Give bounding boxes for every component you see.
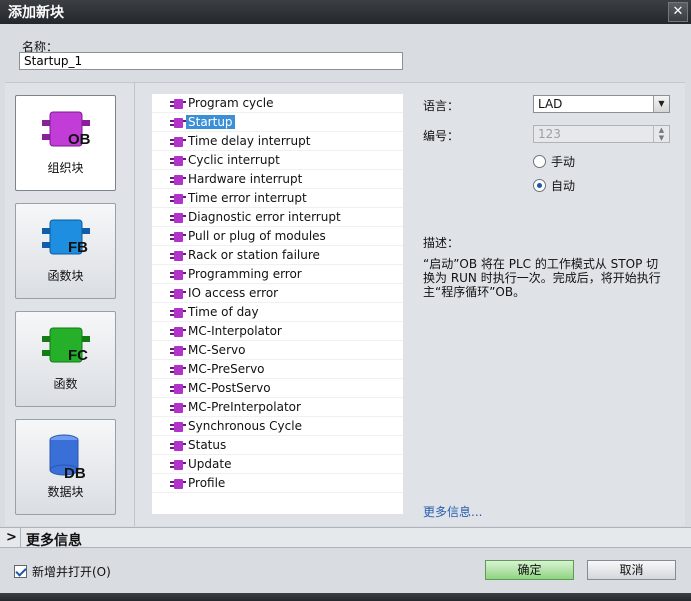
ob-event-icon [170,270,186,280]
ob-event-icon [170,441,186,451]
fc-block-icon: FC [42,327,90,364]
dialog-title: 添加新块 [8,5,64,21]
ob-event-icon [170,175,186,185]
svg-text:FB: FB [68,239,88,256]
ob-event-icon [170,118,186,128]
block-type-fc-button[interactable]: FC 函数 [15,311,116,407]
event-item[interactable]: Profile [152,474,403,493]
description-text: “启动”OB 将在 PLC 的工作模式从 STOP 切换为 RUN 时执行一次。… [423,257,661,299]
cancel-button[interactable]: 取消 [587,560,676,580]
dialog-footer: 新增并打开(O) 确定 取消 [0,549,691,593]
fb-block-icon: FB [42,219,90,256]
auto-label: 自动 [551,179,576,193]
ob-event-icon [170,403,186,413]
ob-event-icon [170,479,186,489]
block-type-fc-label: 函数 [53,377,78,391]
event-item-selected[interactable]: Startup [152,113,403,132]
block-type-db-button[interactable]: DB 数据块 [15,419,116,515]
ob-event-icon [170,213,186,223]
event-item[interactable]: Synchronous Cycle [152,417,403,436]
event-item[interactable]: Rack or station failure [152,246,403,265]
ob-event-icon [170,327,186,337]
ob-event-icon [170,308,186,318]
event-item[interactable]: MC-PreInterpolator [152,398,403,417]
svg-text:OB: OB [68,131,91,148]
event-item[interactable]: Programming error [152,265,403,284]
name-input[interactable] [19,52,403,70]
chevron-down-icon[interactable]: ▼ [653,96,669,112]
properties-panel: 语言： LAD ▼ 编号： 123 ▲ ▼ 手动 自动 描述： “启动”OB 将在… [423,94,673,524]
add-and-open-checkbox[interactable] [14,565,27,578]
radio-manual-icon[interactable] [533,155,546,168]
ob-event-icon [170,384,186,394]
ob-event-icon [170,460,186,470]
svg-text:DB: DB [64,465,86,482]
ob-event-list[interactable]: Program cycle Startup Time delay interru… [152,94,403,514]
divider [20,528,21,548]
ob-event-icon [170,156,186,166]
event-item[interactable]: Program cycle [152,94,403,113]
more-info-bar-label: 更多信息 [26,533,82,549]
close-icon[interactable]: ✕ [668,2,688,22]
spinner-arrows-icon: ▲ ▼ [653,126,669,142]
number-spinner: 123 ▲ ▼ [533,125,670,143]
ob-event-icon [170,99,186,109]
ob-event-icon [170,251,186,261]
db-block-icon: DB [49,434,86,482]
ob-event-icon [170,365,186,375]
ob-event-icon [170,137,186,147]
event-item[interactable]: IO access error [152,284,403,303]
language-label: 语言： [423,99,460,113]
event-item[interactable]: Status [152,436,403,455]
window-bottom-edge [0,593,691,601]
event-item[interactable]: Diagnostic error interrupt [152,208,403,227]
event-item[interactable]: Hardware interrupt [152,170,403,189]
manual-label: 手动 [551,155,576,169]
manual-radio[interactable]: 手动 [533,153,575,170]
ob-event-icon [170,289,186,299]
event-item[interactable]: MC-PreServo [152,360,403,379]
chevron-right-icon[interactable]: > [6,530,17,545]
more-info-bar[interactable]: > 更多信息 [0,527,691,549]
ob-event-icon [170,422,186,432]
ok-button[interactable]: 确定 [485,560,574,580]
number-label: 编号： [423,129,460,143]
number-value: 123 [538,127,561,141]
event-item[interactable]: Time of day [152,303,403,322]
event-item[interactable]: MC-Interpolator [152,322,403,341]
more-info-link[interactable]: 更多信息... [423,503,482,520]
event-item[interactable]: Time error interrupt [152,189,403,208]
block-type-db-label: 数据块 [47,485,84,499]
block-type-ob-label: 组织块 [47,161,84,175]
radio-auto-icon[interactable] [533,179,546,192]
block-type-fb-label: 函数块 [47,269,84,283]
block-type-ob-button[interactable]: OB 组织块 [15,95,116,191]
event-item[interactable]: Pull or plug of modules [152,227,403,246]
auto-radio[interactable]: 自动 [533,177,575,194]
language-value: LAD [538,97,563,111]
event-item[interactable]: Update [152,455,403,474]
block-type-fb-button[interactable]: FB 函数块 [15,203,116,299]
dialog-titlebar: 添加新块 ✕ [0,0,691,24]
add-and-open-label[interactable]: 新增并打开(O) [32,563,111,580]
event-item[interactable]: Time delay interrupt [152,132,403,151]
svg-text:FC: FC [68,347,88,364]
ob-event-icon [170,346,186,356]
event-item[interactable]: MC-Servo [152,341,403,360]
event-item[interactable]: MC-PostServo [152,379,403,398]
ob-block-icon: OB [42,111,91,148]
ob-event-icon [170,194,186,204]
language-select[interactable]: LAD ▼ [533,95,670,113]
description-label: 描述： [423,236,460,250]
ob-event-icon [170,232,186,242]
event-item[interactable]: Cyclic interrupt [152,151,403,170]
